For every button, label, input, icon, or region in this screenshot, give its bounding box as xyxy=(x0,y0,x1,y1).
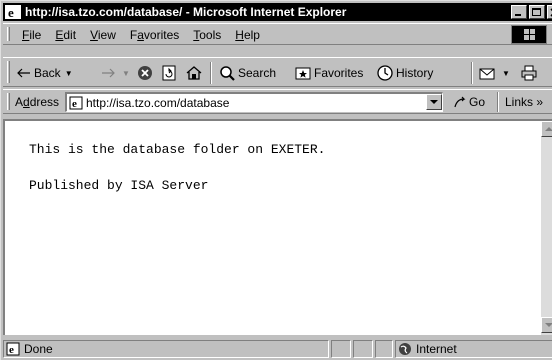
window-title: http://isa.tzo.com/database/ - Microsoft… xyxy=(25,5,347,19)
home-icon xyxy=(186,66,202,80)
toolbar-grip[interactable] xyxy=(7,61,10,83)
print-button[interactable] xyxy=(521,63,540,83)
stop-button[interactable] xyxy=(137,63,156,83)
svg-text:e: e xyxy=(8,5,14,19)
status-bar: e Done Internet xyxy=(3,338,552,359)
favorites-button[interactable]: Favorites xyxy=(295,63,363,83)
close-button[interactable] xyxy=(547,5,552,19)
address-label: Address xyxy=(15,95,60,109)
status-text: Done xyxy=(24,342,53,356)
svg-text:e: e xyxy=(72,98,77,110)
forward-button[interactable]: ▼ xyxy=(101,63,130,83)
title-bar[interactable]: e http://isa.tzo.com/database/ - Microso… xyxy=(3,3,552,21)
toolbar-grip[interactable] xyxy=(7,27,10,41)
menu-item[interactable]: View xyxy=(83,27,123,43)
zone-label: Internet xyxy=(416,342,457,356)
chevron-down-icon xyxy=(545,323,552,327)
search-button[interactable]: Search xyxy=(219,63,276,83)
page-text-line: This is the database folder on EXETER. xyxy=(29,142,326,157)
windows-logo-throbber xyxy=(511,25,547,44)
address-field[interactable]: e xyxy=(65,92,443,112)
search-icon xyxy=(220,66,235,81)
status-pane xyxy=(331,340,351,358)
menu-item[interactable]: Favorites xyxy=(123,27,186,43)
history-icon xyxy=(377,65,393,81)
status-pane xyxy=(353,340,373,358)
address-input[interactable] xyxy=(86,95,416,110)
page-done-icon: e xyxy=(6,342,20,356)
scroll-down-button[interactable] xyxy=(541,317,552,333)
internet-globe-icon xyxy=(399,343,411,355)
stop-icon xyxy=(138,66,152,80)
browser-window: e http://isa.tzo.com/database/ - Microso… xyxy=(0,0,552,360)
back-dropdown-icon[interactable]: ▼ xyxy=(65,69,73,78)
links-button[interactable]: Links » xyxy=(505,95,543,109)
go-label: Go xyxy=(469,95,486,109)
page-icon: e xyxy=(69,96,83,110)
scroll-up-button[interactable] xyxy=(541,121,552,137)
page-viewport: This is the database folder on EXETER. P… xyxy=(3,119,552,335)
minimize-button[interactable] xyxy=(511,5,527,19)
menu-item[interactable]: File xyxy=(15,27,48,43)
status-pane xyxy=(375,340,393,358)
print-icon xyxy=(521,65,537,81)
chevron-up-icon xyxy=(545,127,552,131)
toolbar-grip[interactable] xyxy=(7,93,10,110)
chevron-down-icon xyxy=(430,100,438,104)
zone-pane: Internet xyxy=(395,340,552,358)
toolbar-separator xyxy=(210,62,212,84)
address-dropdown-button[interactable] xyxy=(426,94,442,110)
history-label: History xyxy=(396,66,434,80)
mail-button[interactable]: ▼ xyxy=(479,63,510,83)
windows-logo-icon xyxy=(524,29,535,40)
maximize-icon xyxy=(532,8,541,16)
toolbar-separator xyxy=(471,62,473,84)
menu-item[interactable]: Tools xyxy=(186,27,228,43)
refresh-button[interactable] xyxy=(161,63,180,83)
forward-arrow-icon xyxy=(102,68,115,78)
mail-dropdown-icon[interactable]: ▼ xyxy=(502,69,510,78)
page-content: This is the database folder on EXETER. P… xyxy=(29,141,325,213)
svg-text:e: e xyxy=(9,344,14,356)
menu-bar: File Edit View Favorites Tools Help xyxy=(3,23,552,45)
menu-item[interactable]: Edit xyxy=(48,27,83,43)
address-bar: Address e Go Links » xyxy=(3,89,552,114)
back-label: Back xyxy=(34,66,61,80)
maximize-button[interactable] xyxy=(529,5,545,19)
menu-item[interactable]: Help xyxy=(228,27,267,43)
favorites-label: Favorites xyxy=(314,66,364,80)
go-button[interactable]: Go xyxy=(453,95,485,109)
home-button[interactable] xyxy=(186,63,205,83)
go-arrow-icon xyxy=(454,96,466,108)
refresh-icon xyxy=(162,65,176,81)
history-button[interactable]: History xyxy=(377,63,433,83)
favorites-icon xyxy=(295,67,311,80)
standard-toolbar: Back ▼ ▼ Search Favorites History ▼ xyxy=(3,57,552,87)
ie-logo-icon: e xyxy=(5,5,21,19)
minimize-icon xyxy=(515,14,521,16)
links-separator xyxy=(497,92,499,112)
page-text-line: Published by ISA Server xyxy=(29,178,209,193)
search-label: Search xyxy=(238,66,277,80)
forward-dropdown-icon[interactable]: ▼ xyxy=(122,69,130,78)
back-button[interactable]: Back ▼ xyxy=(17,63,73,83)
mail-icon xyxy=(479,68,495,80)
back-arrow-icon xyxy=(17,68,30,78)
vertical-scrollbar[interactable] xyxy=(541,121,552,335)
status-text-pane: e Done xyxy=(3,340,329,358)
